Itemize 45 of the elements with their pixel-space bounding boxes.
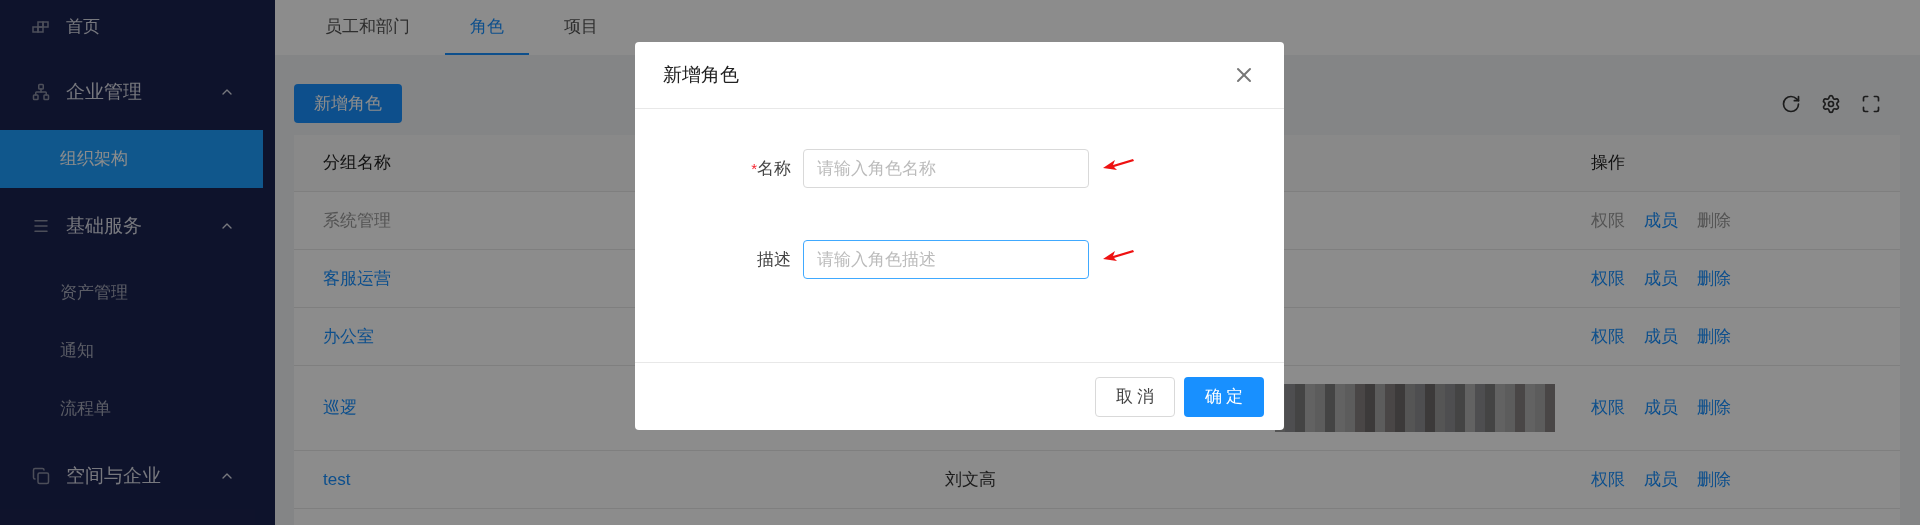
confirm-button[interactable]: 确 定: [1184, 376, 1264, 417]
action-link[interactable]: 删除: [1697, 466, 1731, 493]
tab[interactable]: 项目: [539, 0, 623, 55]
add-role-button[interactable]: 新增角色: [294, 84, 402, 123]
action-link[interactable]: 权限: [1591, 265, 1625, 292]
action-link[interactable]: 成员: [1644, 323, 1678, 350]
action-link[interactable]: 成员: [1644, 466, 1678, 493]
sidebar-item[interactable]: 企业管理: [0, 54, 275, 130]
action-link[interactable]: 成员: [1644, 265, 1678, 292]
menu-icon: [32, 217, 50, 235]
sidebar-item[interactable]: 基础服务: [0, 188, 275, 264]
sidebar-item[interactable]: 资产管理: [0, 264, 263, 322]
field-label: *名称: [751, 157, 791, 180]
refresh-icon[interactable]: [1781, 93, 1801, 114]
grid-icon: [32, 20, 50, 34]
action-link[interactable]: 删除: [1697, 395, 1731, 421]
action-link[interactable]: 权限: [1591, 466, 1625, 493]
cancel-button[interactable]: 取 消: [1095, 376, 1175, 417]
fullscreen-icon[interactable]: [1861, 93, 1881, 114]
action-link[interactable]: 删除: [1697, 265, 1731, 292]
action-link[interactable]: 成员: [1644, 395, 1678, 421]
input-field[interactable]: 请输入角色描述: [803, 240, 1089, 279]
settings-icon[interactable]: [1821, 93, 1841, 114]
role-name-link[interactable]: test: [323, 469, 351, 489]
sidebar-item[interactable]: 组织架构: [0, 130, 263, 188]
input-field[interactable]: 请输入角色名称: [803, 149, 1089, 188]
role-name-link[interactable]: 巡逻: [323, 398, 357, 418]
column-header: 分组名称: [323, 153, 391, 173]
role-name-link[interactable]: 办公室: [323, 326, 374, 346]
action-link[interactable]: 删除: [1697, 323, 1731, 350]
sidebar-item[interactable]: 通知: [0, 322, 263, 380]
action-link[interactable]: 权限: [1591, 323, 1625, 350]
sidebar-item[interactable]: 流程单: [0, 380, 263, 438]
table-cell-text: 刘文高: [945, 468, 996, 491]
tab[interactable]: 员工和部门: [300, 0, 435, 55]
overlapping-squares-icon: [32, 467, 50, 485]
action-link[interactable]: 权限: [1591, 395, 1625, 421]
sidebar-item[interactable]: 空间与企业: [0, 438, 275, 514]
dialog-title: 新增角色: [663, 62, 739, 87]
field-label: 描述: [757, 248, 791, 271]
role-name-link[interactable]: 客服运营: [323, 268, 391, 288]
sidebar-item[interactable]: 首页: [0, 0, 275, 54]
org-chart-icon: [32, 83, 50, 101]
column-header: 操作: [1591, 152, 1625, 175]
tab[interactable]: 角色: [445, 0, 529, 55]
